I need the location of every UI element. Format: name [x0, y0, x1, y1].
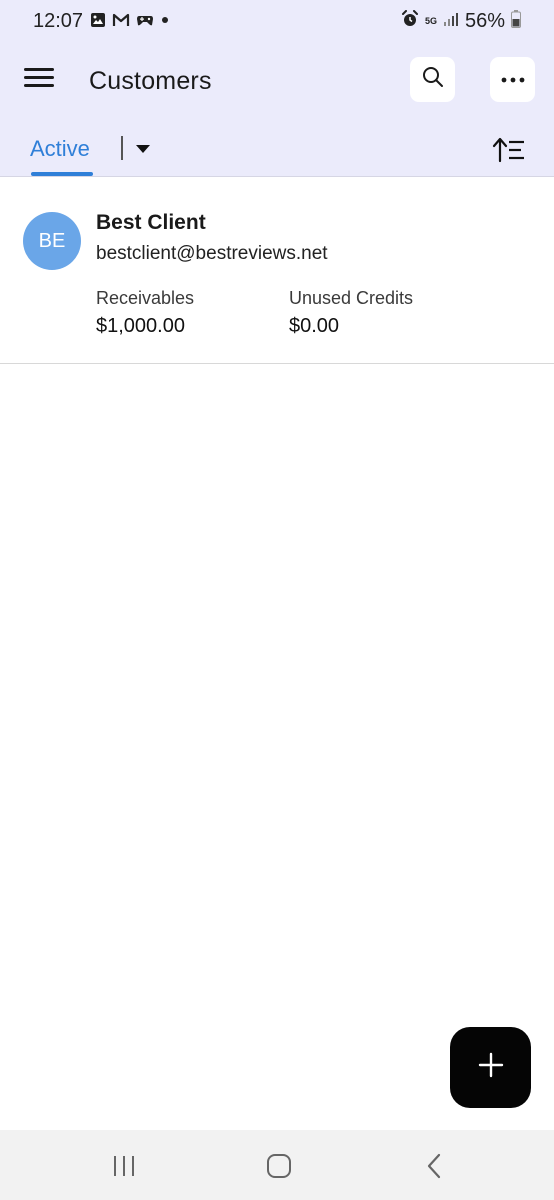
search-button[interactable] [410, 57, 455, 102]
customer-email: bestclient@bestreviews.net [96, 243, 328, 264]
avatar: BE [23, 212, 81, 270]
top-header: 12:07 5G 56% Customers Active [0, 0, 554, 177]
sort-icon[interactable] [492, 134, 526, 164]
customer-name: Best Client [96, 211, 206, 234]
game-controller-icon [136, 12, 154, 28]
battery-percent: 56% [464, 10, 505, 32]
unused-credits-label: Unused Credits [289, 288, 414, 308]
add-customer-button[interactable] [450, 1027, 531, 1108]
system-nav-bar [0, 1130, 554, 1200]
status-right: 5G 56% [401, 10, 521, 33]
search-icon [421, 65, 445, 94]
status-time: 12:07 [33, 10, 84, 32]
dot-icon [160, 12, 170, 28]
gmail-icon [112, 12, 130, 28]
network-label: 5G [424, 16, 437, 26]
more-horizontal-icon [500, 71, 526, 89]
home-icon[interactable] [266, 1153, 292, 1179]
unused-credits-value: $0.00 [289, 315, 340, 337]
customer-list-item[interactable]: BE Best Client bestclient@bestreviews.ne… [0, 178, 554, 364]
gallery-icon [90, 12, 106, 28]
signal-icon [443, 11, 459, 32]
notification-icons [90, 12, 170, 28]
more-options-button[interactable] [490, 57, 535, 102]
tab-active[interactable]: Active [30, 136, 90, 162]
battery-icon [511, 10, 521, 33]
hamburger-menu-icon[interactable] [24, 68, 56, 92]
tab-divider [121, 136, 123, 160]
receivables-value: $1,000.00 [96, 315, 185, 337]
filter-row: Active [0, 130, 554, 177]
alarm-icon [401, 10, 419, 33]
tab-active-indicator [31, 172, 93, 176]
status-bar: 12:07 5G 56% [0, 0, 554, 44]
recents-icon[interactable] [111, 1154, 137, 1178]
page-title: Customers [89, 67, 212, 95]
app-bar: Customers [0, 50, 554, 110]
plus-icon [478, 1052, 504, 1083]
caret-down-icon[interactable] [134, 142, 152, 156]
back-icon[interactable] [424, 1152, 444, 1180]
receivables-label: Receivables [96, 288, 195, 308]
